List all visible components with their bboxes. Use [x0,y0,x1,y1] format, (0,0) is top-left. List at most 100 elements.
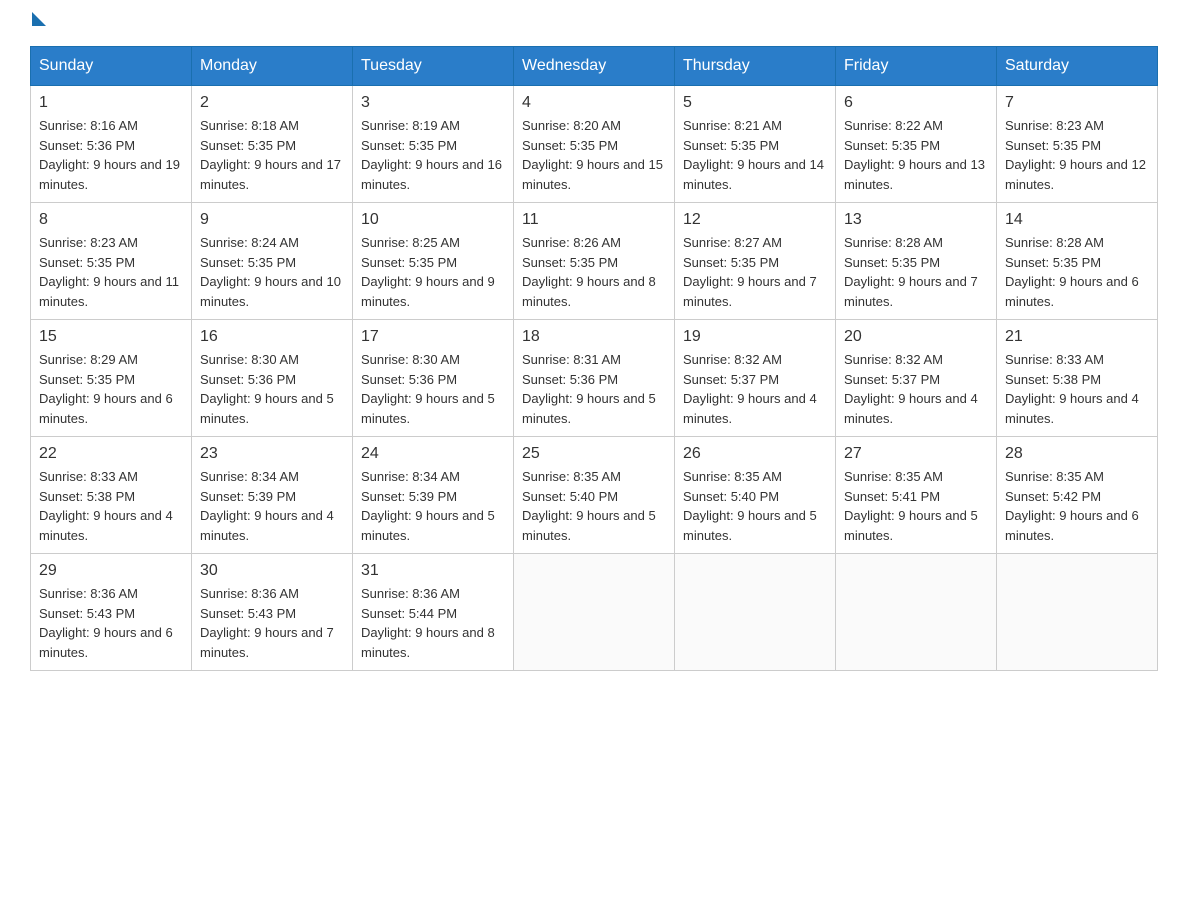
day-number: 14 [1005,211,1149,229]
day-info: Sunrise: 8:31 AMSunset: 5:36 PMDaylight:… [522,350,666,428]
day-number: 10 [361,211,505,229]
day-info: Sunrise: 8:19 AMSunset: 5:35 PMDaylight:… [361,116,505,194]
calendar-cell: 30 Sunrise: 8:36 AMSunset: 5:43 PMDaylig… [192,554,353,671]
calendar-cell: 3 Sunrise: 8:19 AMSunset: 5:35 PMDayligh… [353,86,514,203]
calendar-cell: 27 Sunrise: 8:35 AMSunset: 5:41 PMDaylig… [836,437,997,554]
day-info: Sunrise: 8:27 AMSunset: 5:35 PMDaylight:… [683,233,827,311]
header-tuesday: Tuesday [353,47,514,86]
calendar-cell: 17 Sunrise: 8:30 AMSunset: 5:36 PMDaylig… [353,320,514,437]
day-number: 7 [1005,94,1149,112]
calendar-cell [675,554,836,671]
day-number: 19 [683,328,827,346]
week-row-5: 29 Sunrise: 8:36 AMSunset: 5:43 PMDaylig… [31,554,1158,671]
calendar-cell: 1 Sunrise: 8:16 AMSunset: 5:36 PMDayligh… [31,86,192,203]
header-wednesday: Wednesday [514,47,675,86]
day-number: 13 [844,211,988,229]
day-info: Sunrise: 8:25 AMSunset: 5:35 PMDaylight:… [361,233,505,311]
day-info: Sunrise: 8:30 AMSunset: 5:36 PMDaylight:… [361,350,505,428]
day-number: 15 [39,328,183,346]
day-number: 31 [361,562,505,580]
day-info: Sunrise: 8:21 AMSunset: 5:35 PMDaylight:… [683,116,827,194]
day-info: Sunrise: 8:33 AMSunset: 5:38 PMDaylight:… [39,467,183,545]
day-info: Sunrise: 8:36 AMSunset: 5:43 PMDaylight:… [200,584,344,662]
day-info: Sunrise: 8:32 AMSunset: 5:37 PMDaylight:… [844,350,988,428]
day-info: Sunrise: 8:20 AMSunset: 5:35 PMDaylight:… [522,116,666,194]
calendar-cell: 20 Sunrise: 8:32 AMSunset: 5:37 PMDaylig… [836,320,997,437]
header-saturday: Saturday [997,47,1158,86]
header-thursday: Thursday [675,47,836,86]
calendar-cell: 22 Sunrise: 8:33 AMSunset: 5:38 PMDaylig… [31,437,192,554]
day-info: Sunrise: 8:28 AMSunset: 5:35 PMDaylight:… [844,233,988,311]
calendar-cell: 6 Sunrise: 8:22 AMSunset: 5:35 PMDayligh… [836,86,997,203]
day-number: 28 [1005,445,1149,463]
calendar-cell [836,554,997,671]
day-number: 27 [844,445,988,463]
day-info: Sunrise: 8:32 AMSunset: 5:37 PMDaylight:… [683,350,827,428]
day-number: 2 [200,94,344,112]
calendar-cell: 24 Sunrise: 8:34 AMSunset: 5:39 PMDaylig… [353,437,514,554]
day-info: Sunrise: 8:36 AMSunset: 5:43 PMDaylight:… [39,584,183,662]
day-number: 6 [844,94,988,112]
calendar-cell: 28 Sunrise: 8:35 AMSunset: 5:42 PMDaylig… [997,437,1158,554]
day-info: Sunrise: 8:30 AMSunset: 5:36 PMDaylight:… [200,350,344,428]
day-number: 16 [200,328,344,346]
day-number: 9 [200,211,344,229]
day-number: 24 [361,445,505,463]
day-number: 23 [200,445,344,463]
day-number: 4 [522,94,666,112]
calendar-cell: 8 Sunrise: 8:23 AMSunset: 5:35 PMDayligh… [31,203,192,320]
calendar-cell: 15 Sunrise: 8:29 AMSunset: 5:35 PMDaylig… [31,320,192,437]
day-info: Sunrise: 8:18 AMSunset: 5:35 PMDaylight:… [200,116,344,194]
logo [30,20,46,26]
calendar-cell: 14 Sunrise: 8:28 AMSunset: 5:35 PMDaylig… [997,203,1158,320]
calendar-cell: 12 Sunrise: 8:27 AMSunset: 5:35 PMDaylig… [675,203,836,320]
day-info: Sunrise: 8:34 AMSunset: 5:39 PMDaylight:… [361,467,505,545]
day-info: Sunrise: 8:28 AMSunset: 5:35 PMDaylight:… [1005,233,1149,311]
day-number: 20 [844,328,988,346]
week-row-4: 22 Sunrise: 8:33 AMSunset: 5:38 PMDaylig… [31,437,1158,554]
day-info: Sunrise: 8:26 AMSunset: 5:35 PMDaylight:… [522,233,666,311]
day-number: 26 [683,445,827,463]
day-number: 5 [683,94,827,112]
calendar-cell [514,554,675,671]
day-number: 12 [683,211,827,229]
calendar-cell: 13 Sunrise: 8:28 AMSunset: 5:35 PMDaylig… [836,203,997,320]
day-info: Sunrise: 8:35 AMSunset: 5:41 PMDaylight:… [844,467,988,545]
calendar-cell: 31 Sunrise: 8:36 AMSunset: 5:44 PMDaylig… [353,554,514,671]
calendar-cell: 7 Sunrise: 8:23 AMSunset: 5:35 PMDayligh… [997,86,1158,203]
calendar-cell: 4 Sunrise: 8:20 AMSunset: 5:35 PMDayligh… [514,86,675,203]
day-number: 18 [522,328,666,346]
day-number: 8 [39,211,183,229]
day-number: 30 [200,562,344,580]
day-info: Sunrise: 8:36 AMSunset: 5:44 PMDaylight:… [361,584,505,662]
calendar-cell: 16 Sunrise: 8:30 AMSunset: 5:36 PMDaylig… [192,320,353,437]
day-info: Sunrise: 8:35 AMSunset: 5:40 PMDaylight:… [683,467,827,545]
week-row-1: 1 Sunrise: 8:16 AMSunset: 5:36 PMDayligh… [31,86,1158,203]
header-friday: Friday [836,47,997,86]
day-info: Sunrise: 8:35 AMSunset: 5:40 PMDaylight:… [522,467,666,545]
day-number: 11 [522,211,666,229]
week-row-3: 15 Sunrise: 8:29 AMSunset: 5:35 PMDaylig… [31,320,1158,437]
page-header [30,20,1158,26]
header-monday: Monday [192,47,353,86]
day-info: Sunrise: 8:24 AMSunset: 5:35 PMDaylight:… [200,233,344,311]
week-row-2: 8 Sunrise: 8:23 AMSunset: 5:35 PMDayligh… [31,203,1158,320]
day-number: 1 [39,94,183,112]
day-number: 3 [361,94,505,112]
header-row: SundayMondayTuesdayWednesdayThursdayFrid… [31,47,1158,86]
calendar-cell: 25 Sunrise: 8:35 AMSunset: 5:40 PMDaylig… [514,437,675,554]
calendar-cell: 21 Sunrise: 8:33 AMSunset: 5:38 PMDaylig… [997,320,1158,437]
header-sunday: Sunday [31,47,192,86]
calendar-cell [997,554,1158,671]
day-info: Sunrise: 8:29 AMSunset: 5:35 PMDaylight:… [39,350,183,428]
calendar-cell: 10 Sunrise: 8:25 AMSunset: 5:35 PMDaylig… [353,203,514,320]
day-info: Sunrise: 8:34 AMSunset: 5:39 PMDaylight:… [200,467,344,545]
day-number: 29 [39,562,183,580]
day-info: Sunrise: 8:22 AMSunset: 5:35 PMDaylight:… [844,116,988,194]
calendar-cell: 5 Sunrise: 8:21 AMSunset: 5:35 PMDayligh… [675,86,836,203]
day-info: Sunrise: 8:16 AMSunset: 5:36 PMDaylight:… [39,116,183,194]
calendar-cell: 2 Sunrise: 8:18 AMSunset: 5:35 PMDayligh… [192,86,353,203]
calendar-cell: 11 Sunrise: 8:26 AMSunset: 5:35 PMDaylig… [514,203,675,320]
calendar-cell: 19 Sunrise: 8:32 AMSunset: 5:37 PMDaylig… [675,320,836,437]
calendar-cell: 29 Sunrise: 8:36 AMSunset: 5:43 PMDaylig… [31,554,192,671]
